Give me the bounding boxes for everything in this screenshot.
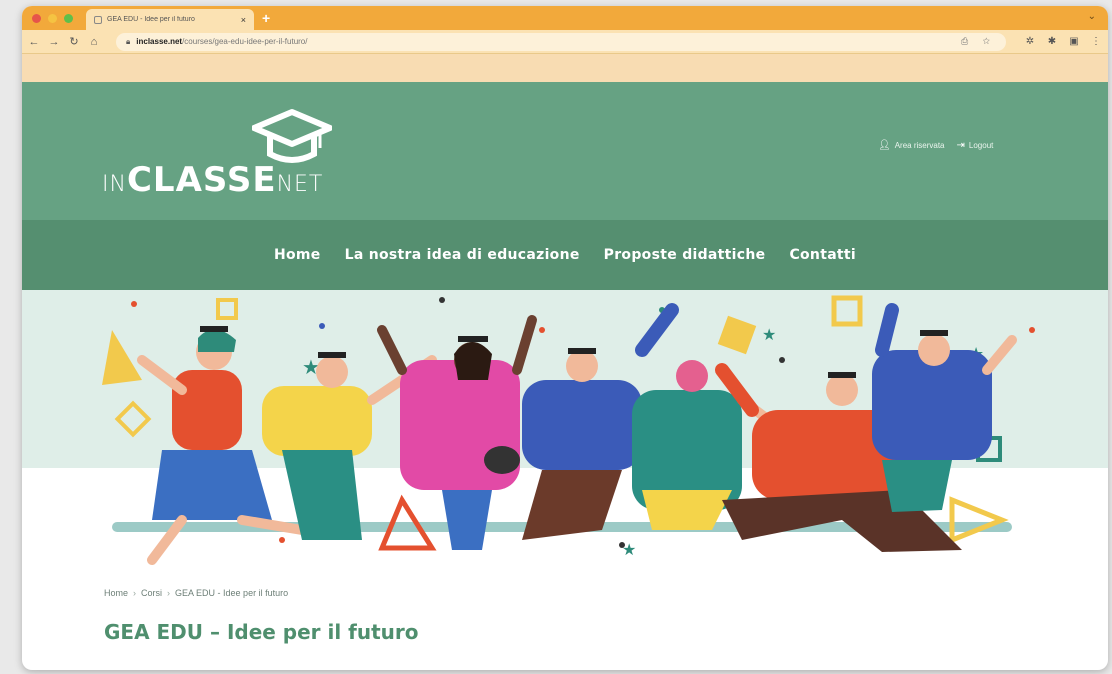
favicon-icon xyxy=(94,15,102,24)
home-icon[interactable]: ⌂ xyxy=(88,36,100,48)
confetti-triangle xyxy=(378,494,437,551)
logo-net: NET xyxy=(276,172,324,197)
url-path: /courses/gea-edu-idee-per-il-futuro/ xyxy=(182,37,308,46)
confetti-square-filled xyxy=(717,315,757,355)
back-arrow-icon[interactable]: ← xyxy=(28,36,40,48)
breadcrumb-corsi[interactable]: Corsi xyxy=(141,588,162,598)
reload-icon[interactable]: ↻ xyxy=(68,35,80,48)
nav-proposte[interactable]: Proposte didattiche xyxy=(604,247,766,263)
breadcrumb-home[interactable]: Home xyxy=(104,588,128,598)
breadcrumb-separator: › xyxy=(167,588,171,598)
bookmark-star-icon[interactable]: ⎙ ☆ xyxy=(961,36,996,47)
address-bar[interactable]: 🔒︎ inclasse.net /courses/gea-edu-idee-pe… xyxy=(116,32,1006,51)
main-nav: Home La nostra idea di educazione Propos… xyxy=(22,220,1108,290)
user-links: 👤︎ Area riservata ⇥ Logout xyxy=(878,140,1005,151)
nav-home[interactable]: Home xyxy=(274,247,321,263)
breadcrumb-separator: › xyxy=(133,588,137,598)
browser-toolbar: ← → ↻ ⌂ 🔒︎ inclasse.net /courses/gea-edu… xyxy=(22,30,1108,54)
url-host: inclasse.net xyxy=(136,37,183,46)
svg-text:★: ★ xyxy=(622,542,636,559)
browser-tab[interactable]: GEA EDU - Idee per il futuro × xyxy=(86,9,254,30)
student-figure xyxy=(872,303,1017,512)
confetti-square xyxy=(831,295,863,327)
sidepanel-icon[interactable]: ▣ xyxy=(1068,36,1080,47)
nav-contatti[interactable]: Contatti xyxy=(789,247,856,263)
reserved-area-label: Area riservata xyxy=(894,141,945,150)
puzzle-icon[interactable]: ✱ xyxy=(1046,36,1058,47)
hero-illustration: ★ ★ ★ ★ ★ xyxy=(22,290,1108,586)
reserved-area-link[interactable]: 👤︎ Area riservata xyxy=(878,140,945,151)
minimize-window-button[interactable] xyxy=(48,14,57,23)
close-window-button[interactable] xyxy=(32,14,41,23)
new-tab-button[interactable]: + xyxy=(262,10,270,26)
confetti-triangle xyxy=(102,330,142,385)
confetti-square xyxy=(216,298,238,320)
svg-text:★: ★ xyxy=(762,327,776,344)
lock-icon[interactable]: 🔒︎ xyxy=(126,37,130,47)
user-icon: 👤︎ xyxy=(878,140,891,151)
tab-list-chevron-icon[interactable]: ⌄ xyxy=(1088,11,1096,22)
logo-in: IN xyxy=(102,172,127,197)
logout-icon: ⇥ xyxy=(956,140,965,151)
student-figure xyxy=(377,315,537,550)
nav-educazione[interactable]: La nostra idea di educazione xyxy=(345,247,580,263)
tab-title: GEA EDU - Idee per il futuro xyxy=(107,16,195,23)
browser-window: GEA EDU - Idee per il futuro × + ⌄ ← → ↻… xyxy=(22,6,1108,670)
site-header: INCLASSENET 👤︎ Area riservata ⇥ Logout xyxy=(22,82,1108,220)
logout-link[interactable]: ⇥ Logout xyxy=(957,140,994,151)
logo-classe: CLASSE xyxy=(126,160,277,200)
maximize-window-button[interactable] xyxy=(64,14,73,23)
tab-close-icon[interactable]: × xyxy=(241,15,246,25)
breadcrumb: Home › Corsi › GEA EDU - Idee per il fut… xyxy=(104,588,288,598)
page-title: GEA EDU – Idee per il futuro xyxy=(104,620,419,644)
logout-label: Logout xyxy=(968,141,994,150)
bookmarks-bar xyxy=(22,54,1108,82)
confetti-diamond xyxy=(114,400,152,438)
forward-arrow-icon[interactable]: → xyxy=(48,36,60,48)
extensions-icon[interactable]: ✲ xyxy=(1024,36,1036,47)
students-celebrating-illustration: ★ ★ ★ ★ ★ xyxy=(102,295,1035,565)
confetti-triangle xyxy=(949,496,1009,544)
browser-tabbar: GEA EDU - Idee per il futuro × + ⌄ xyxy=(22,6,1108,30)
breadcrumb-current: GEA EDU - Idee per il futuro xyxy=(175,588,289,598)
menu-icon[interactable]: ⋮ xyxy=(1090,36,1102,47)
